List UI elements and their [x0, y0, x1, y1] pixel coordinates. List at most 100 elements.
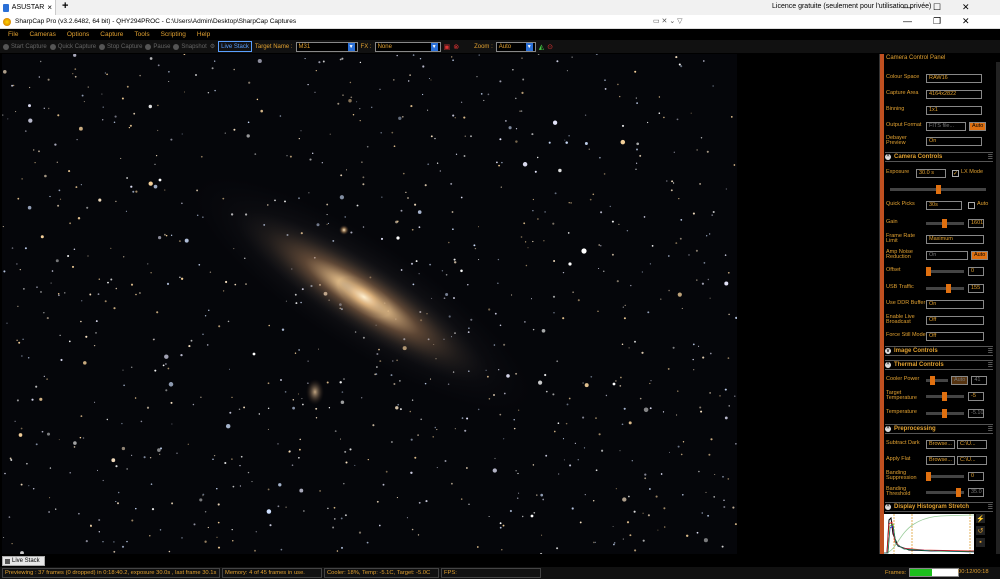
collapse-icon[interactable]: ^: [885, 154, 891, 160]
menu-options[interactable]: Options: [67, 31, 89, 38]
app-restore-button[interactable]: ❐: [933, 16, 941, 27]
output-format-auto-button[interactable]: Auto: [969, 121, 987, 131]
slider-thumb[interactable]: [926, 266, 931, 276]
debayer-preview-select[interactable]: On: [926, 136, 982, 146]
colour-space-select[interactable]: RAW16: [926, 73, 982, 83]
section-menu-icon[interactable]: ☰: [988, 154, 993, 161]
remote-tab[interactable]: ASUSTAR ×: [0, 0, 56, 15]
dark-file-select[interactable]: C:\U...: [956, 439, 987, 449]
menu-capture[interactable]: Capture: [100, 31, 123, 38]
preprocessing-header[interactable]: ^ Preprocessing ☰: [885, 424, 993, 434]
banding-threshold-input[interactable]: 35.0: [968, 487, 984, 497]
cooler-auto-button[interactable]: Auto: [951, 375, 969, 385]
banding-threshold-slider[interactable]: [926, 487, 964, 497]
slider-thumb[interactable]: [926, 471, 931, 481]
collapse-icon[interactable]: ^: [885, 504, 891, 510]
zoom-select[interactable]: Auto ▼: [495, 41, 536, 52]
app-close-button[interactable]: ✕: [962, 16, 970, 27]
live-broadcast-select[interactable]: Off: [926, 315, 984, 325]
capture-area-select[interactable]: 4164x2822: [926, 89, 982, 99]
zoom-fit-icon[interactable]: ◭: [539, 43, 544, 51]
section-menu-icon[interactable]: ☰: [988, 504, 993, 511]
collapse-icon[interactable]: ^: [885, 362, 891, 368]
target-temperature-input[interactable]: -5: [968, 391, 984, 401]
histogram-reset-icon[interactable]: ↺: [976, 526, 985, 535]
section-menu-icon[interactable]: ☰: [988, 362, 993, 369]
flat-browse-button[interactable]: Browse...: [926, 455, 955, 465]
menu-tools[interactable]: Tools: [134, 31, 149, 38]
live-stack-dock-tab[interactable]: Live Stack: [2, 556, 45, 566]
gain-input[interactable]: 1601: [968, 218, 984, 228]
offset-slider[interactable]: [926, 266, 964, 276]
dark-browse-button[interactable]: Browse...: [926, 439, 955, 449]
maximize-button[interactable]: ☐: [933, 2, 941, 13]
slider-thumb[interactable]: [942, 391, 947, 401]
new-tab-button[interactable]: +: [62, 0, 68, 12]
close-button[interactable]: ✕: [962, 2, 970, 13]
cooler-power-input[interactable]: 41: [971, 375, 988, 385]
slider-thumb[interactable]: [946, 283, 951, 293]
quick-capture-button[interactable]: Quick Capture: [49, 43, 96, 50]
usb-traffic-input[interactable]: 155: [968, 283, 984, 293]
remote-mini-controls-icon[interactable]: ▭ ✕ ⌄ ▽: [653, 17, 683, 25]
slider-thumb[interactable]: [936, 185, 941, 194]
usb-traffic-slider[interactable]: [926, 283, 964, 293]
snapshot-button[interactable]: Snapshot: [173, 43, 207, 50]
banding-suppression-slider[interactable]: [926, 471, 964, 481]
binning-select[interactable]: 1x1: [926, 105, 982, 115]
settings-icon[interactable]: ⚙: [210, 43, 215, 50]
amp-noise-auto-button[interactable]: Auto: [971, 250, 989, 260]
image-controls-header[interactable]: v Image Controls ☰: [885, 346, 993, 356]
histogram-auto-stretch-icon[interactable]: ⚡: [976, 514, 985, 523]
banding-suppression-input[interactable]: 0: [968, 471, 984, 481]
quick-picks-select[interactable]: 30s: [926, 200, 962, 210]
quick-picks-auto-checkbox[interactable]: [968, 201, 975, 209]
chevron-down-icon[interactable]: ▼: [525, 42, 533, 51]
stop-capture-button[interactable]: Stop Capture: [99, 43, 142, 50]
thermal-controls-header[interactable]: ^ Thermal Controls ☰: [885, 360, 993, 370]
menu-cameras[interactable]: Cameras: [29, 31, 55, 38]
lx-mode-checkbox[interactable]: ✓: [952, 169, 959, 177]
start-capture-button[interactable]: Start Capture: [3, 43, 47, 50]
slider-thumb[interactable]: [942, 218, 947, 228]
slider-thumb[interactable]: [930, 375, 935, 385]
live-stack-button[interactable]: Live Stack: [218, 41, 252, 52]
histogram-chart[interactable]: [883, 514, 975, 554]
target-name-combo[interactable]: M31 ▼: [295, 41, 358, 52]
pause-button[interactable]: Pause: [145, 43, 170, 50]
slider-thumb[interactable]: [956, 487, 961, 497]
fx-edit-icon[interactable]: ▣: [444, 43, 451, 51]
zoom-reset-icon[interactable]: ⊙: [547, 43, 553, 51]
exposure-input[interactable]: 30.0 s: [916, 168, 946, 178]
menu-file[interactable]: File: [8, 31, 18, 38]
section-menu-icon[interactable]: ☰: [988, 348, 993, 355]
collapse-icon[interactable]: ^: [885, 426, 891, 432]
target-temperature-slider[interactable]: [926, 391, 964, 401]
amp-noise-select[interactable]: On: [926, 250, 968, 260]
close-tab-icon[interactable]: ×: [47, 3, 52, 12]
ddr-buffer-select[interactable]: On: [926, 299, 984, 309]
histogram-save-icon[interactable]: ▪: [976, 538, 985, 547]
app-minimize-button[interactable]: —: [903, 16, 912, 26]
menu-scripting[interactable]: Scripting: [161, 31, 186, 38]
gain-slider[interactable]: [926, 218, 964, 228]
minimize-button[interactable]: —: [903, 2, 912, 12]
fx-clear-icon[interactable]: ⊗: [453, 43, 459, 51]
exposure-slider[interactable]: [890, 185, 986, 194]
panel-resize-handle[interactable]: [880, 54, 884, 554]
force-still-select[interactable]: Off: [926, 331, 984, 341]
menu-help[interactable]: Help: [197, 31, 210, 38]
flat-file-select[interactable]: C:\U...: [956, 455, 987, 465]
frame-rate-select[interactable]: Maximum: [926, 234, 984, 244]
output-format-select[interactable]: FITS file...: [926, 121, 966, 131]
expand-icon[interactable]: v: [885, 348, 891, 354]
chevron-down-icon[interactable]: ▼: [430, 42, 438, 51]
offset-input[interactable]: 0: [968, 266, 984, 276]
chevron-down-icon[interactable]: ▼: [347, 42, 355, 51]
cooler-power-slider[interactable]: [926, 375, 948, 385]
panel-scrollbar[interactable]: [996, 62, 1000, 554]
camera-image-view[interactable]: [2, 54, 737, 554]
section-menu-icon[interactable]: ☰: [988, 426, 993, 433]
histogram-header[interactable]: ^ Display Histogram Stretch ☰: [885, 502, 993, 512]
camera-controls-header[interactable]: ^ Camera Controls ☰: [885, 152, 993, 162]
